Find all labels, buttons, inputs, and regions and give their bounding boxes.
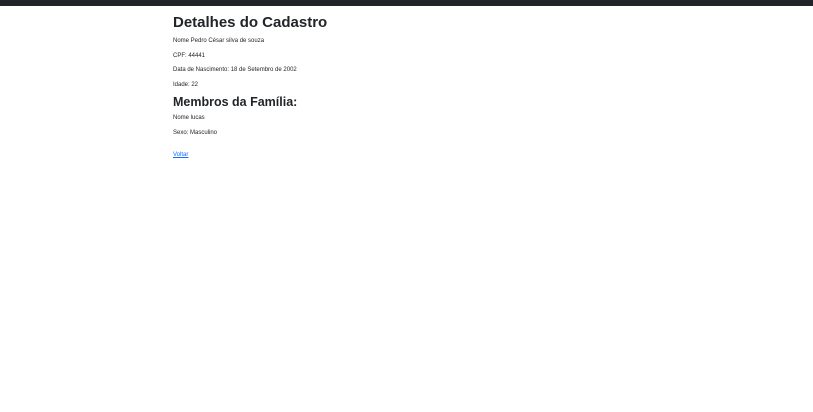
family-section-title: Membros da Família: xyxy=(173,95,298,109)
page-title: Detalhes do Cadastro xyxy=(173,14,328,31)
name-field: Nome Pedro César silva de souza xyxy=(173,38,265,44)
birthdate-field: Data de Nascimento: 18 de Setembro de 20… xyxy=(173,67,297,73)
details-container: Detalhes do Cadastro Nome Pedro César si… xyxy=(173,14,643,161)
age-field: Idade: 22 xyxy=(173,81,199,88)
back-link[interactable]: Voltar xyxy=(173,151,188,159)
family-member-sex: Sexo: Masculino xyxy=(173,129,218,136)
cpf-field: CPF: 44441 xyxy=(173,52,206,59)
family-member-name: Nome lucas xyxy=(173,115,205,121)
top-nav-bar xyxy=(0,0,813,6)
family-member: Nome lucas Sexo: Masculino xyxy=(173,114,643,137)
